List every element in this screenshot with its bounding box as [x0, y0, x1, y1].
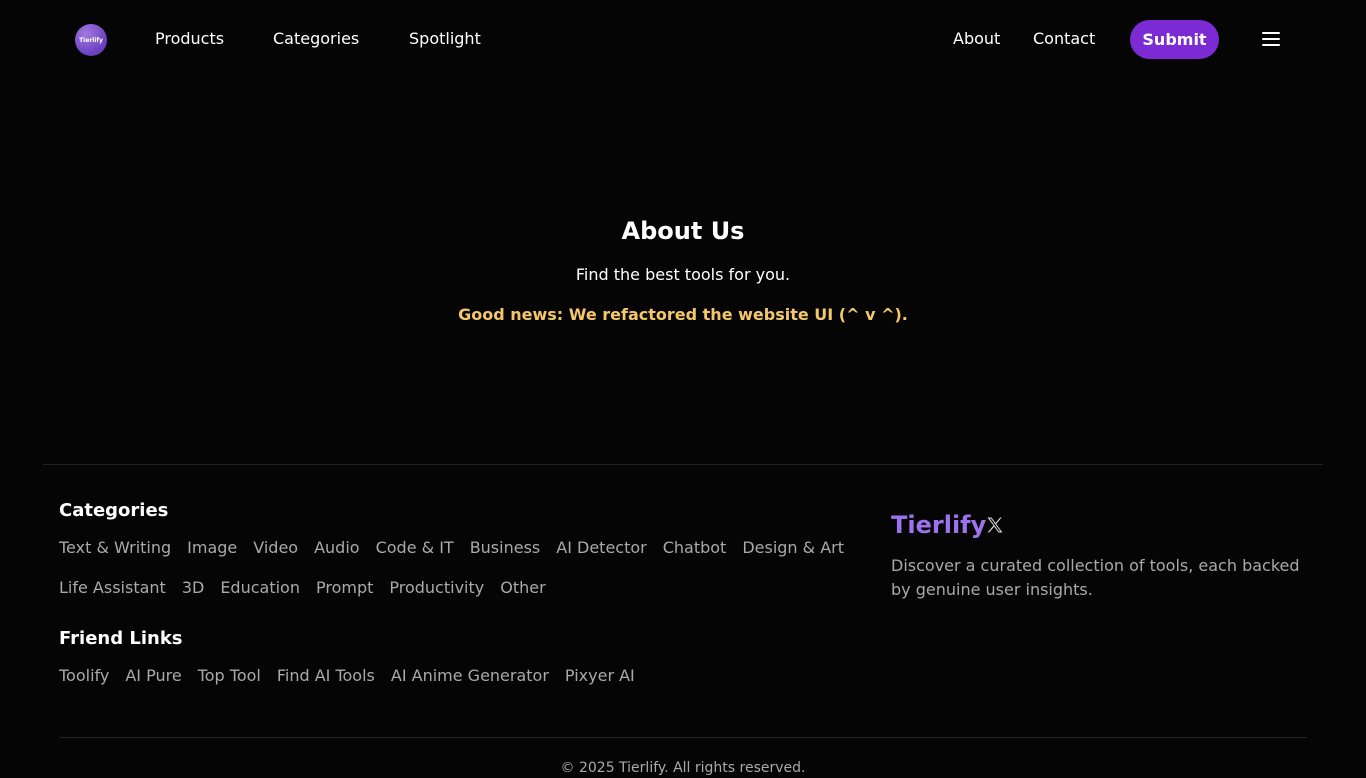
brand-description: Discover a curated collection of tools, … [891, 556, 1300, 599]
x-twitter-icon[interactable] [985, 515, 1005, 535]
friend-link[interactable]: Pixyer AI [565, 666, 635, 686]
category-link[interactable]: Business [470, 538, 541, 558]
friend-link[interactable]: Find AI Tools [277, 666, 375, 686]
footer-divider-top [43, 464, 1323, 465]
page-subtitle: Find the best tools for you. [575, 265, 791, 284]
category-link[interactable]: Chatbot [663, 538, 727, 558]
submit-button[interactable]: Submit [1130, 20, 1219, 59]
copyright-text: © 2025 Tierlify. All rights reserved. [560, 760, 806, 776]
page-title: About Us [621, 217, 745, 245]
logo[interactable]: Tierlify [75, 24, 107, 56]
site-header: Tierlify Products Categories Spotlight A… [0, 0, 1366, 80]
friend-link[interactable]: AI Anime Generator [391, 666, 549, 686]
footer-divider-bottom [59, 737, 1307, 738]
category-link[interactable]: Productivity [389, 578, 484, 598]
friend-links-row: Toolify AI Pure Top Tool Find AI Tools A… [59, 666, 635, 686]
friend-links-title: Friend Links [59, 628, 183, 649]
news-banner: Good news: We refactored the website UI … [458, 305, 908, 324]
footer-brand[interactable]: Tierlify [891, 510, 986, 540]
friend-link[interactable]: Toolify [59, 666, 109, 686]
category-link[interactable]: Image [187, 538, 237, 558]
category-link[interactable]: Design & Art [742, 538, 844, 558]
friend-link[interactable]: AI Pure [125, 666, 181, 686]
category-link[interactable]: AI Detector [556, 538, 646, 558]
category-link[interactable]: Text & Writing [59, 538, 171, 558]
nav-categories[interactable]: Categories [273, 29, 359, 49]
categories-title: Categories [59, 500, 169, 521]
nav-contact[interactable]: Contact [1033, 29, 1095, 49]
category-link[interactable]: 3D [182, 578, 205, 598]
nav-products[interactable]: Products [155, 29, 224, 49]
categories-row-2: Life Assistant 3D Education Prompt Produ… [59, 578, 546, 598]
hamburger-menu-icon[interactable] [1262, 32, 1280, 48]
category-link[interactable]: Audio [314, 538, 359, 558]
categories-row-1: Text & Writing Image Video Audio Code & … [59, 538, 844, 558]
category-link[interactable]: Other [500, 578, 545, 598]
category-link[interactable]: Education [220, 578, 300, 598]
category-link[interactable]: Life Assistant [59, 578, 166, 598]
nav-about[interactable]: About [953, 29, 1000, 49]
category-link[interactable]: Code & IT [376, 538, 454, 558]
category-link[interactable]: Video [253, 538, 298, 558]
category-link[interactable]: Prompt [316, 578, 373, 598]
nav-spotlight[interactable]: Spotlight [409, 29, 481, 49]
friend-link[interactable]: Top Tool [198, 666, 261, 686]
